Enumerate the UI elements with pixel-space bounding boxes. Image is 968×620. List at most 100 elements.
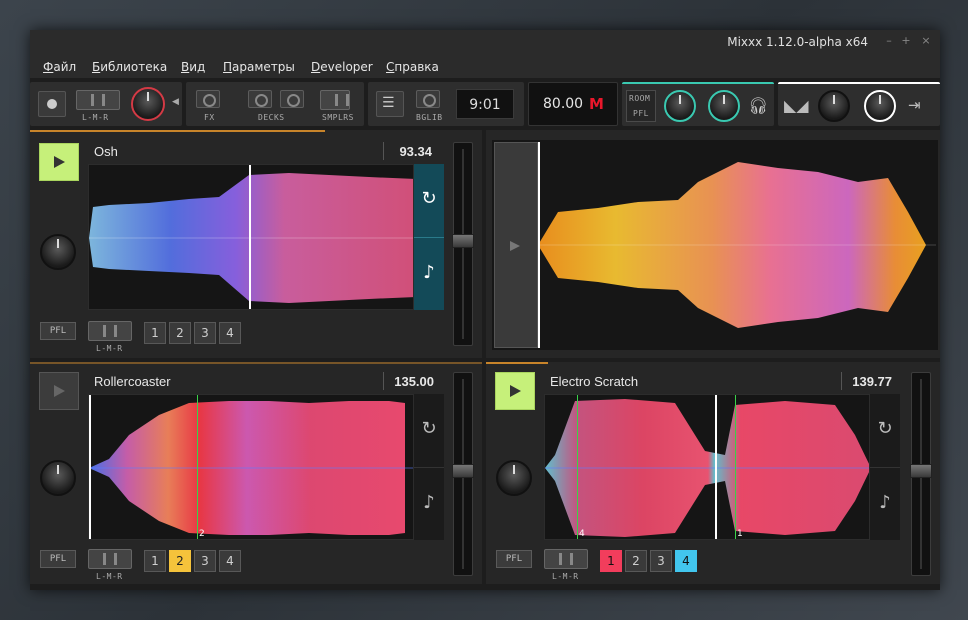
deck-3-key-icon[interactable]: ♪ <box>870 492 900 513</box>
deck-2-hotcue-1[interactable]: 1 <box>144 550 166 572</box>
library-group: ☰ BGLIB 9:01 <box>368 82 524 126</box>
deck-3-hotcue-3[interactable]: 3 <box>650 550 672 572</box>
deck-1-sync-column: ↻ ♪ <box>414 164 444 310</box>
deck-2-play-button[interactable] <box>39 372 79 410</box>
room-pfl-switch[interactable]: ROOM PFL <box>626 90 656 122</box>
record-button[interactable] <box>38 91 66 117</box>
deck-3-gain-knob[interactable] <box>496 460 532 496</box>
samplers-label: SMPLRS <box>322 113 354 122</box>
menu-developer[interactable]: Developer <box>311 60 373 74</box>
menu-file[interactable]: Файл <box>43 60 76 74</box>
master-bpm-value: 80.00 <box>543 96 584 112</box>
menu-options-mnemonic: П <box>223 60 233 74</box>
menu-developer-mnemonic: D <box>311 60 321 74</box>
deck-2-playhead <box>89 395 91 539</box>
menu-view[interactable]: Вид <box>181 60 205 74</box>
master-gain-knob[interactable] <box>864 90 896 122</box>
balance-icon: ◣◢ <box>784 96 809 115</box>
decks-toggle-a[interactable] <box>248 90 272 108</box>
deck-2-volume-handle[interactable] <box>452 464 474 478</box>
deck-3-marker-label-4: 4 <box>579 529 585 539</box>
menu-file-mnemonic: Ф <box>43 60 54 74</box>
minimize-button[interactable]: – <box>882 34 896 47</box>
deck-1-key-icon[interactable]: ♪ <box>414 262 444 283</box>
deck-2-progress <box>30 362 482 364</box>
sampler-play-button[interactable] <box>494 142 538 348</box>
eq-icon: ☰ <box>382 95 395 111</box>
deck-1-hotcue-4[interactable]: 4 <box>219 322 241 344</box>
deck-2-key-icon[interactable]: ♪ <box>414 492 444 513</box>
deck-3-hotcue-1[interactable]: 1 <box>600 550 622 572</box>
deck-2-orientation-toggle[interactable] <box>88 549 132 569</box>
maximize-button[interactable]: + <box>899 34 913 47</box>
deck-2-sync-icon[interactable]: ↻ <box>414 418 444 439</box>
decks-toggle-b[interactable] <box>280 90 304 108</box>
deck-2-sync-divider <box>414 467 444 468</box>
bglib-toggle[interactable] <box>416 90 440 108</box>
deck-3-waveform[interactable]: 4 1 <box>544 394 870 540</box>
deck-1-progress <box>30 130 325 132</box>
deck-1-bpm: 93.34 <box>399 144 432 159</box>
deck-1-waveform[interactable] <box>88 164 414 310</box>
deck-1-sync-divider <box>414 237 444 238</box>
mic-gain-knob[interactable] <box>131 87 165 121</box>
deck-2-gain-knob[interactable] <box>40 460 76 496</box>
deck-3-sync-icon[interactable]: ↻ <box>870 418 900 439</box>
headphone-mix-knob[interactable] <box>664 90 696 122</box>
deck-1-volume-handle[interactable] <box>452 234 474 248</box>
deck-2-hotcue-4[interactable]: 4 <box>219 550 241 572</box>
expand-arrow-icon[interactable]: ◀ <box>172 97 179 107</box>
deck-1-hotcue-1[interactable]: 1 <box>144 322 166 344</box>
deck-1-gain-knob[interactable] <box>40 234 76 270</box>
menu-library-mnemonic: Б <box>92 60 101 74</box>
deck-1-play-button[interactable] <box>39 143 79 181</box>
deck-3-orientation-toggle[interactable] <box>544 549 588 569</box>
samplers-toggle[interactable] <box>320 90 350 110</box>
deck-1: Osh 93.34 ↻ ♪ PFL L-M-R 1 2 3 4 <box>30 130 482 358</box>
deck-3-hotcue-4[interactable]: 4 <box>675 550 697 572</box>
maximize-library-button[interactable]: ☰ <box>376 91 404 117</box>
menu-options[interactable]: Параметры <box>223 60 295 74</box>
title-bar: Mixxx 1.12.0-alpha x64 – + × <box>30 30 940 56</box>
master-balance-knob[interactable] <box>818 90 850 122</box>
close-button[interactable]: × <box>919 34 933 47</box>
deck-3-play-button[interactable] <box>495 372 535 410</box>
mixxx-window: Mixxx 1.12.0-alpha x64 – + × Файл Библио… <box>30 30 940 590</box>
deck-1-orientation-toggle[interactable] <box>88 321 132 341</box>
deck-2-hotcue-2[interactable]: 2 <box>169 550 191 572</box>
deck-3-bpm: 139.77 <box>852 374 892 389</box>
deck-2-waveform[interactable]: 2 <box>88 394 414 540</box>
deck-2-hotcue-3[interactable]: 3 <box>194 550 216 572</box>
bglib-label: BGLIB <box>416 113 443 122</box>
master-bpm-display: 80.00 M <box>528 82 618 126</box>
deck-2-marker-label: 2 <box>199 529 205 539</box>
record-icon <box>47 99 57 109</box>
deck-2-lmr-label: L-M-R <box>96 572 123 581</box>
fx-toggle[interactable] <box>196 90 220 108</box>
sampler-playhead <box>538 142 540 348</box>
menu-help[interactable]: Справка <box>386 60 439 74</box>
deck-2-waveform-graphic <box>89 401 413 535</box>
deck-3-hotcue-2[interactable]: 2 <box>625 550 647 572</box>
mic-gain-indicator <box>147 92 149 101</box>
deck-2-pfl-button[interactable]: PFL <box>40 550 76 568</box>
deck-1-sync-icon[interactable]: ↻ <box>414 188 444 209</box>
deck-3-marker-label-1: 1 <box>737 529 743 539</box>
deck-1-pfl-button[interactable]: PFL <box>40 322 76 340</box>
menu-bar: Файл Библиотека Вид Параметры Developer … <box>30 56 940 78</box>
deck-3-volume-handle[interactable] <box>910 464 932 478</box>
headphone-gain-knob[interactable] <box>708 90 740 122</box>
decks-label: DECKS <box>258 113 285 122</box>
menu-library[interactable]: Библиотека <box>92 60 167 74</box>
deck-1-hotcue-3[interactable]: 3 <box>194 322 216 344</box>
sampler-waveform[interactable] <box>538 142 936 348</box>
mic-orientation-toggle[interactable] <box>76 90 120 110</box>
menu-file-label: айл <box>53 60 77 74</box>
deck-2-gain-indicator <box>57 465 59 474</box>
deck-3-lmr-label: L-M-R <box>552 572 579 581</box>
menu-options-label: араметры <box>232 60 295 74</box>
deck-1-hotcue-2[interactable]: 2 <box>169 322 191 344</box>
deck-3-pfl-button[interactable]: PFL <box>496 550 532 568</box>
deck-2-sync-column: ↻ ♪ <box>414 394 444 540</box>
deck-2: Rollercoaster 135.00 2 ↻ ♪ PFL L-M-R 1 2… <box>30 362 482 584</box>
